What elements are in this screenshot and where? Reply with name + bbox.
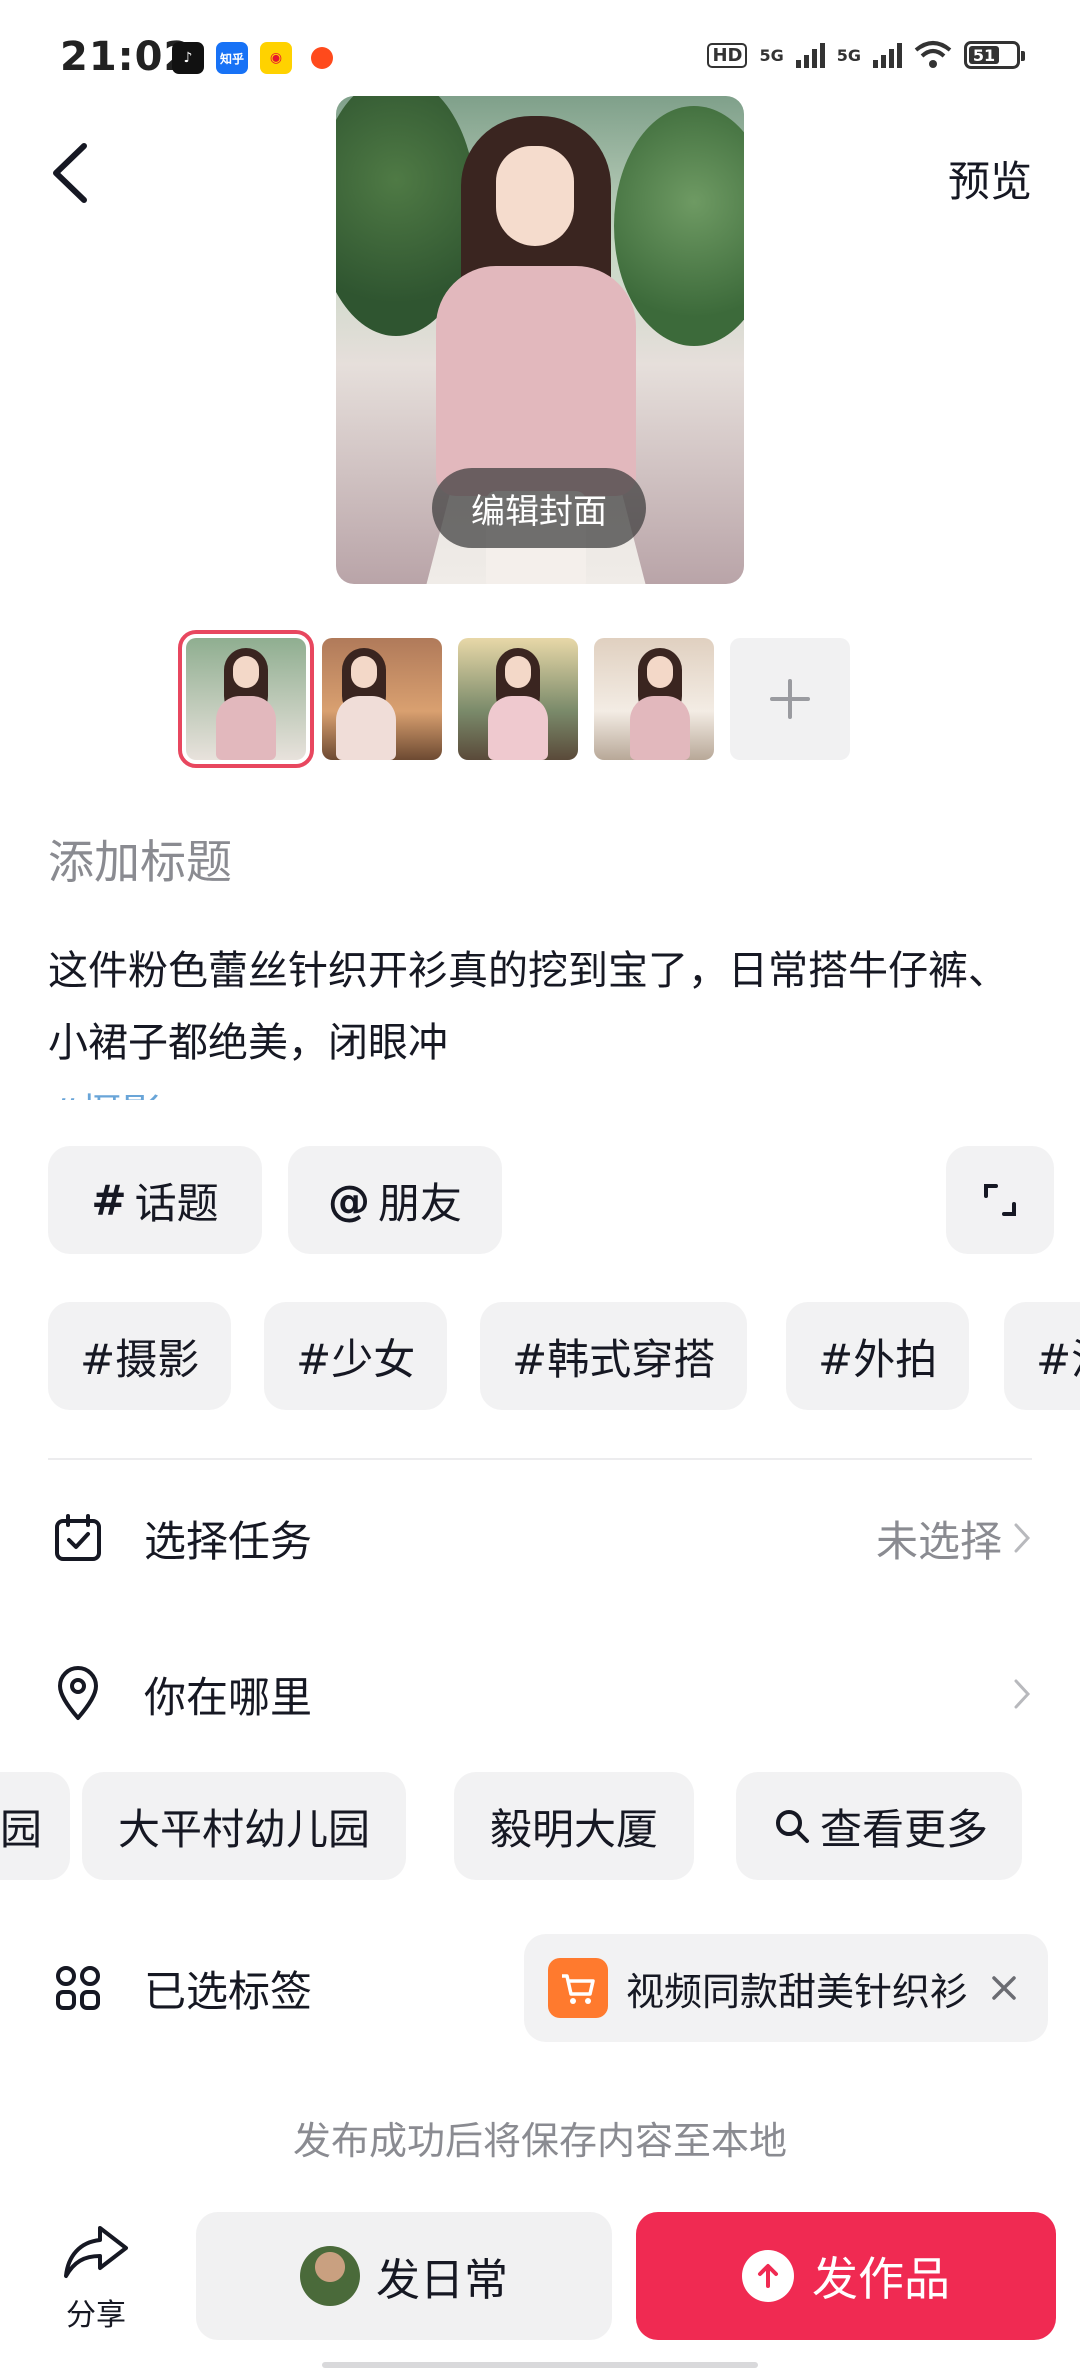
- taobao-icon: [306, 42, 338, 74]
- share-icon: [64, 2226, 128, 2278]
- product-tag-label: 视频同款甜美针织衫: [626, 1969, 969, 2014]
- selected-tags-label: 已选标签: [144, 1966, 313, 2016]
- net-type-2: 5G: [836, 45, 861, 65]
- topic-button-label: 话题: [134, 1178, 219, 1228]
- avatar: [300, 2246, 360, 2306]
- chevron-right-icon: [1014, 1679, 1031, 1709]
- title-input[interactable]: 添加标题: [48, 826, 232, 892]
- status-bar: 21:02 ♪ 知乎 ◉ HD 5G 5G 51: [0, 0, 1080, 110]
- expand-editor-button[interactable]: [946, 1146, 1054, 1254]
- zhihu-icon: 知乎: [216, 42, 248, 74]
- image-thumbnails: [178, 630, 850, 768]
- topics-overflow-line: #摄影: [48, 1078, 1038, 1100]
- product-tag-chip[interactable]: 视频同款甜美针织衫: [524, 1934, 1048, 2042]
- signal-icon-1: [795, 42, 825, 68]
- search-icon: [776, 1810, 809, 1843]
- share-label: 分享: [66, 2298, 126, 2333]
- grid-icon: [56, 1966, 100, 2010]
- location-chip[interactable]: 毅明大厦: [454, 1772, 695, 1880]
- publish-button[interactable]: 发作品: [636, 2212, 1056, 2340]
- tag-chip[interactable]: #韩式穿搭: [480, 1302, 748, 1410]
- close-icon[interactable]: [984, 1968, 1024, 2008]
- back-arrow-icon[interactable]: [44, 138, 100, 208]
- thumbnail-3[interactable]: [458, 638, 578, 760]
- location-row[interactable]: 你在哪里: [48, 1654, 1032, 1734]
- location-chip[interactable]: 大平村幼儿园: [82, 1772, 407, 1880]
- plus-icon: [770, 679, 810, 719]
- divider: [48, 1458, 1032, 1460]
- weibo-icon: ◉: [260, 42, 292, 74]
- home-indicator: [322, 2362, 758, 2368]
- tag-chip[interactable]: #温: [1004, 1302, 1080, 1410]
- mention-friend-button[interactable]: @ 朋友: [288, 1146, 502, 1254]
- battery-icon: 51: [964, 41, 1025, 69]
- douyin-icon: ♪: [172, 42, 204, 74]
- save-locally-note: 发布成功后将保存内容至本地: [292, 2119, 787, 2163]
- hd-icon: HD: [707, 42, 748, 68]
- location-suggestions: 园 大平村幼儿园 毅明大厦 查看更多: [0, 1772, 1080, 1880]
- mention-friend-label: 朋友: [377, 1178, 462, 1228]
- upload-arrow-icon: [742, 2250, 794, 2302]
- preview-button[interactable]: 预览: [948, 148, 1032, 209]
- cart-icon: [548, 1958, 608, 2018]
- description-input[interactable]: 这件粉色蕾丝针织开衫真的挖到宝了，日常搭牛仔裤、小裙子都绝美，闭眼冲: [48, 935, 1038, 1079]
- share-button[interactable]: 分享: [56, 2222, 136, 2334]
- hash-icon: #: [91, 1175, 127, 1225]
- post-daily-button[interactable]: 发日常: [196, 2212, 612, 2340]
- see-more-label: 查看更多: [820, 1804, 989, 1854]
- signal-icon-2: [873, 42, 902, 68]
- at-icon: @: [327, 1175, 370, 1225]
- thumbnail-4[interactable]: [594, 638, 714, 760]
- thumbnail-2[interactable]: [322, 638, 442, 760]
- select-task-row[interactable]: 选择任务 未选择: [48, 1498, 1032, 1578]
- tag-chip[interactable]: #少女: [264, 1302, 448, 1410]
- expand-icon: [984, 1184, 1016, 1216]
- edit-cover-button[interactable]: 编辑封面: [432, 468, 646, 548]
- publish-label: 发作品: [812, 2252, 950, 2306]
- tag-chip[interactable]: #摄影: [48, 1302, 232, 1410]
- thumbnail-1[interactable]: [178, 630, 314, 768]
- post-daily-label: 发日常: [376, 2255, 508, 2306]
- suggested-tags: #摄影 #少女 #韩式穿搭 #外拍 #温: [48, 1302, 1080, 1410]
- chevron-right-icon: [1014, 1523, 1031, 1553]
- location-chip[interactable]: 园: [0, 1772, 71, 1880]
- calendar-check-icon: [55, 1514, 101, 1561]
- task-value: 未选择: [875, 1516, 1002, 1566]
- add-image-button[interactable]: [730, 638, 850, 760]
- net-type-1: 5G: [759, 45, 784, 65]
- location-label: 你在哪里: [144, 1672, 313, 1722]
- wifi-icon: [914, 41, 952, 68]
- location-pin-icon: [58, 1666, 98, 1720]
- topic-button[interactable]: # 话题: [48, 1146, 262, 1254]
- select-task-label: 选择任务: [144, 1516, 313, 1566]
- see-more-locations-button[interactable]: 查看更多: [736, 1772, 1023, 1880]
- topic-fragment: #摄影: [48, 1091, 162, 1100]
- tag-chip[interactable]: #外拍: [786, 1302, 970, 1410]
